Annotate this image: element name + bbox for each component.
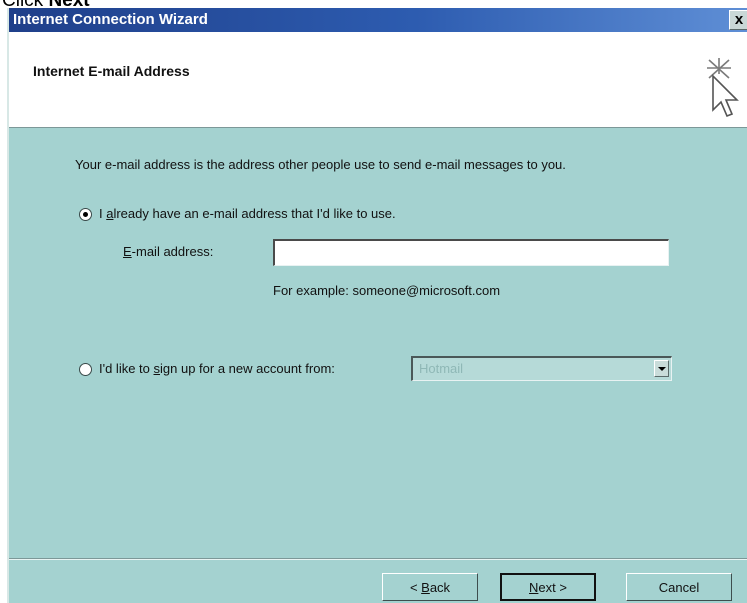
existing-address-label[interactable]: I already have an e-mail address that I'… [99,206,396,221]
next-button-accel: N [529,579,539,595]
radio-selected-dot [83,212,88,217]
wizard-header: Internet E-mail Address [9,32,747,128]
close-icon: x [734,11,744,28]
new-account-label-post: ign up for a new account from: [160,361,335,376]
existing-address-radio[interactable] [79,208,92,221]
back-button-accel: B [421,579,430,595]
back-button-pre: < [409,579,422,595]
wizard-cursor-sparkle-icon [707,58,739,118]
back-button-post: ack [429,579,451,595]
chevron-down-icon[interactable] [654,360,669,377]
new-account-label-pre: I'd like to [99,361,154,376]
page-title: Internet E-mail Address [33,63,190,79]
next-button-post: ext > [538,579,567,595]
email-address-label: E-mail address: [123,244,213,259]
existing-address-label-post: lready have an e-mail address that I'd l… [113,206,396,221]
back-button[interactable]: < Back [382,573,478,601]
window-title: Internet Connection Wizard [13,11,208,28]
footer-separator [9,558,747,560]
email-label-accel: E [123,244,132,259]
email-address-input[interactable] [273,239,669,266]
new-account-radio[interactable] [79,363,92,376]
close-button[interactable]: x [729,10,747,30]
new-account-label[interactable]: I'd like to sign up for a new account fr… [99,361,335,376]
cancel-button[interactable]: Cancel [626,573,732,601]
next-button[interactable]: Next > [500,573,596,601]
title-bar[interactable]: Internet Connection Wizard x [9,8,747,32]
provider-selected-value: Hotmail [419,361,464,376]
wizard-dialog: Internet Connection Wizard x Internet E-… [7,8,747,603]
email-example-text: For example: someone@microsoft.com [273,283,501,298]
intro-text: Your e-mail address is the address other… [75,157,566,172]
provider-dropdown[interactable]: Hotmail [411,356,672,381]
email-label-rest: -mail address: [131,244,214,259]
